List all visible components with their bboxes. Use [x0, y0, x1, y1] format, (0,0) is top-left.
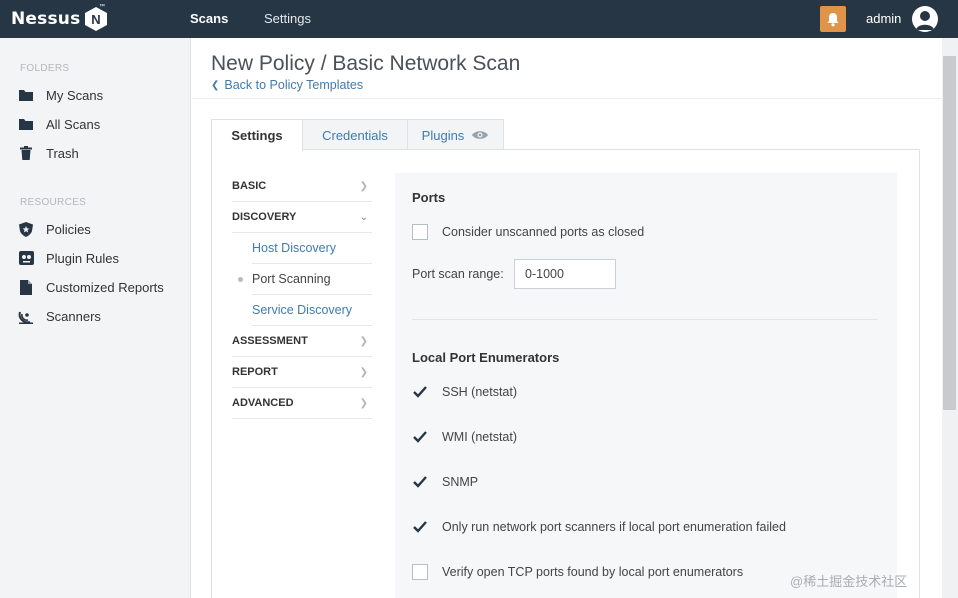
- sidebar-item-label: Trash: [46, 145, 79, 161]
- nav-label: REPORT: [232, 366, 278, 378]
- back-to-policy-templates-link[interactable]: ❮ Back to Policy Templates: [211, 78, 363, 92]
- ssh-netstat-option[interactable]: SSH (netstat): [412, 383, 517, 401]
- plugin-rules-icon: [18, 250, 34, 266]
- settings-nav-discovery[interactable]: DISCOVERY ⌄: [232, 202, 372, 233]
- sidebar: FOLDERS My Scans All Scans Trash RESOURC…: [0, 38, 191, 598]
- settings-nav-report[interactable]: REPORT ❯: [232, 357, 372, 388]
- nav-label: Service Discovery: [252, 303, 353, 317]
- option-label: Consider unscanned ports as closed: [442, 225, 645, 239]
- trash-icon: [18, 145, 34, 161]
- current-indicator-dot: [238, 277, 243, 282]
- settings-nav-host-discovery[interactable]: Host Discovery: [252, 233, 372, 264]
- notifications-bell-icon[interactable]: [820, 6, 846, 32]
- nav-scans[interactable]: Scans: [190, 11, 228, 26]
- top-bar: Nessus N ™ Scans Settings admin: [0, 0, 958, 38]
- sidebar-item-plugin-rules[interactable]: Plugin Rules: [18, 248, 119, 268]
- nav-settings[interactable]: Settings: [264, 11, 311, 26]
- option-label: Verify open TCP ports found by local por…: [442, 565, 744, 579]
- sidebar-item-label: All Scans: [46, 116, 101, 132]
- consider-unscanned-ports-option[interactable]: Consider unscanned ports as closed: [412, 223, 644, 241]
- chevron-left-icon: ❮: [211, 79, 220, 91]
- report-icon: [18, 279, 34, 295]
- nav-label: ADVANCED: [232, 397, 294, 409]
- tab-label: Plugins: [421, 127, 465, 143]
- settings-nav-assessment[interactable]: ASSESSMENT ❯: [232, 326, 372, 357]
- sidebar-item-policies[interactable]: Policies: [18, 219, 91, 239]
- svg-text:N: N: [92, 12, 101, 27]
- folder-icon: [18, 116, 34, 132]
- tab-label: Settings: [231, 128, 283, 143]
- sidebar-item-trash[interactable]: Trash: [18, 143, 79, 163]
- folder-icon: [18, 87, 34, 103]
- only-run-network-scanners-checkbox[interactable]: [412, 519, 428, 535]
- local-port-enumerators-title: Local Port Enumerators: [412, 350, 560, 365]
- scrollbar-thumb[interactable]: [943, 56, 956, 410]
- nav-label: DISCOVERY: [232, 211, 297, 223]
- option-label: WMI (netstat): [442, 430, 518, 444]
- user-name[interactable]: admin: [866, 11, 901, 26]
- only-run-network-scanners-option[interactable]: Only run network port scanners if local …: [412, 518, 786, 536]
- sidebar-item-scanners[interactable]: Scanners: [18, 306, 101, 326]
- section-divider: [412, 319, 878, 320]
- chevron-right-icon: ❯: [359, 366, 368, 378]
- back-link-label: Back to Policy Templates: [224, 78, 364, 92]
- port-scanning-settings: Ports Consider unscanned ports as closed…: [395, 173, 897, 598]
- consider-unscanned-checkbox[interactable]: [412, 224, 428, 240]
- option-label: SNMP: [442, 475, 479, 489]
- option-label: Only run network port scanners if local …: [442, 520, 786, 534]
- tab-credentials[interactable]: Credentials: [302, 119, 408, 150]
- sidebar-item-label: My Scans: [46, 87, 104, 103]
- eye-icon[interactable]: [471, 128, 489, 143]
- snmp-checkbox[interactable]: [412, 474, 428, 490]
- tab-settings[interactable]: Settings: [211, 119, 303, 151]
- tab-plugins[interactable]: Plugins: [407, 119, 504, 150]
- nav-label: Host Discovery: [252, 241, 337, 255]
- page-title: New Policy / Basic Network Scan: [211, 52, 521, 75]
- wmi-netstat-checkbox[interactable]: [412, 429, 428, 445]
- header-divider: [192, 98, 942, 99]
- nav-label: BASIC: [232, 180, 267, 192]
- sidebar-item-customized-reports[interactable]: Customized Reports: [18, 277, 164, 297]
- folders-heading: FOLDERS: [20, 63, 70, 74]
- user-avatar-icon[interactable]: [912, 6, 938, 32]
- sidebar-item-label: Plugin Rules: [46, 250, 119, 266]
- chevron-right-icon: ❯: [359, 335, 368, 347]
- sidebar-item-label: Scanners: [46, 308, 101, 324]
- watermark: @稀土掘金技术社区: [790, 574, 908, 589]
- scanner-icon: [18, 308, 34, 324]
- ssh-netstat-checkbox[interactable]: [412, 384, 428, 400]
- nav-label: Port Scanning: [252, 272, 331, 286]
- chevron-right-icon: ❯: [359, 180, 368, 192]
- sidebar-item-all-scans[interactable]: All Scans: [18, 114, 100, 134]
- wmi-netstat-option[interactable]: WMI (netstat): [412, 428, 517, 446]
- settings-nav-service-discovery[interactable]: Service Discovery: [252, 295, 372, 326]
- chevron-right-icon: ❯: [359, 397, 368, 409]
- chevron-down-icon: ⌄: [359, 211, 368, 223]
- settings-nav-advanced[interactable]: ADVANCED ❯: [232, 388, 372, 419]
- snmp-option[interactable]: SNMP: [412, 473, 478, 491]
- port-scan-range-label: Port scan range:: [412, 267, 504, 281]
- brand-name: Nessus: [11, 9, 81, 29]
- nav-label: ASSESSMENT: [232, 335, 308, 347]
- nessus-logo[interactable]: Nessus N: [11, 6, 108, 32]
- tab-label: Credentials: [322, 127, 388, 143]
- port-scan-range-input[interactable]: [514, 259, 616, 289]
- resources-heading: RESOURCES: [20, 197, 87, 208]
- sidebar-item-my-scans[interactable]: My Scans: [18, 85, 103, 105]
- trademark-mark: ™: [99, 4, 105, 10]
- ports-section-title: Ports: [412, 190, 446, 205]
- verify-open-tcp-ports-checkbox[interactable]: [412, 564, 428, 580]
- sidebar-item-label: Customized Reports: [46, 279, 164, 295]
- verify-open-tcp-ports-option[interactable]: Verify open TCP ports found by local por…: [412, 563, 743, 581]
- sidebar-item-label: Policies: [46, 221, 91, 237]
- shield-icon: [18, 221, 34, 237]
- settings-nav-port-scanning[interactable]: Port Scanning: [238, 264, 372, 295]
- option-label: SSH (netstat): [442, 385, 518, 399]
- settings-nav-basic[interactable]: BASIC ❯: [232, 171, 372, 202]
